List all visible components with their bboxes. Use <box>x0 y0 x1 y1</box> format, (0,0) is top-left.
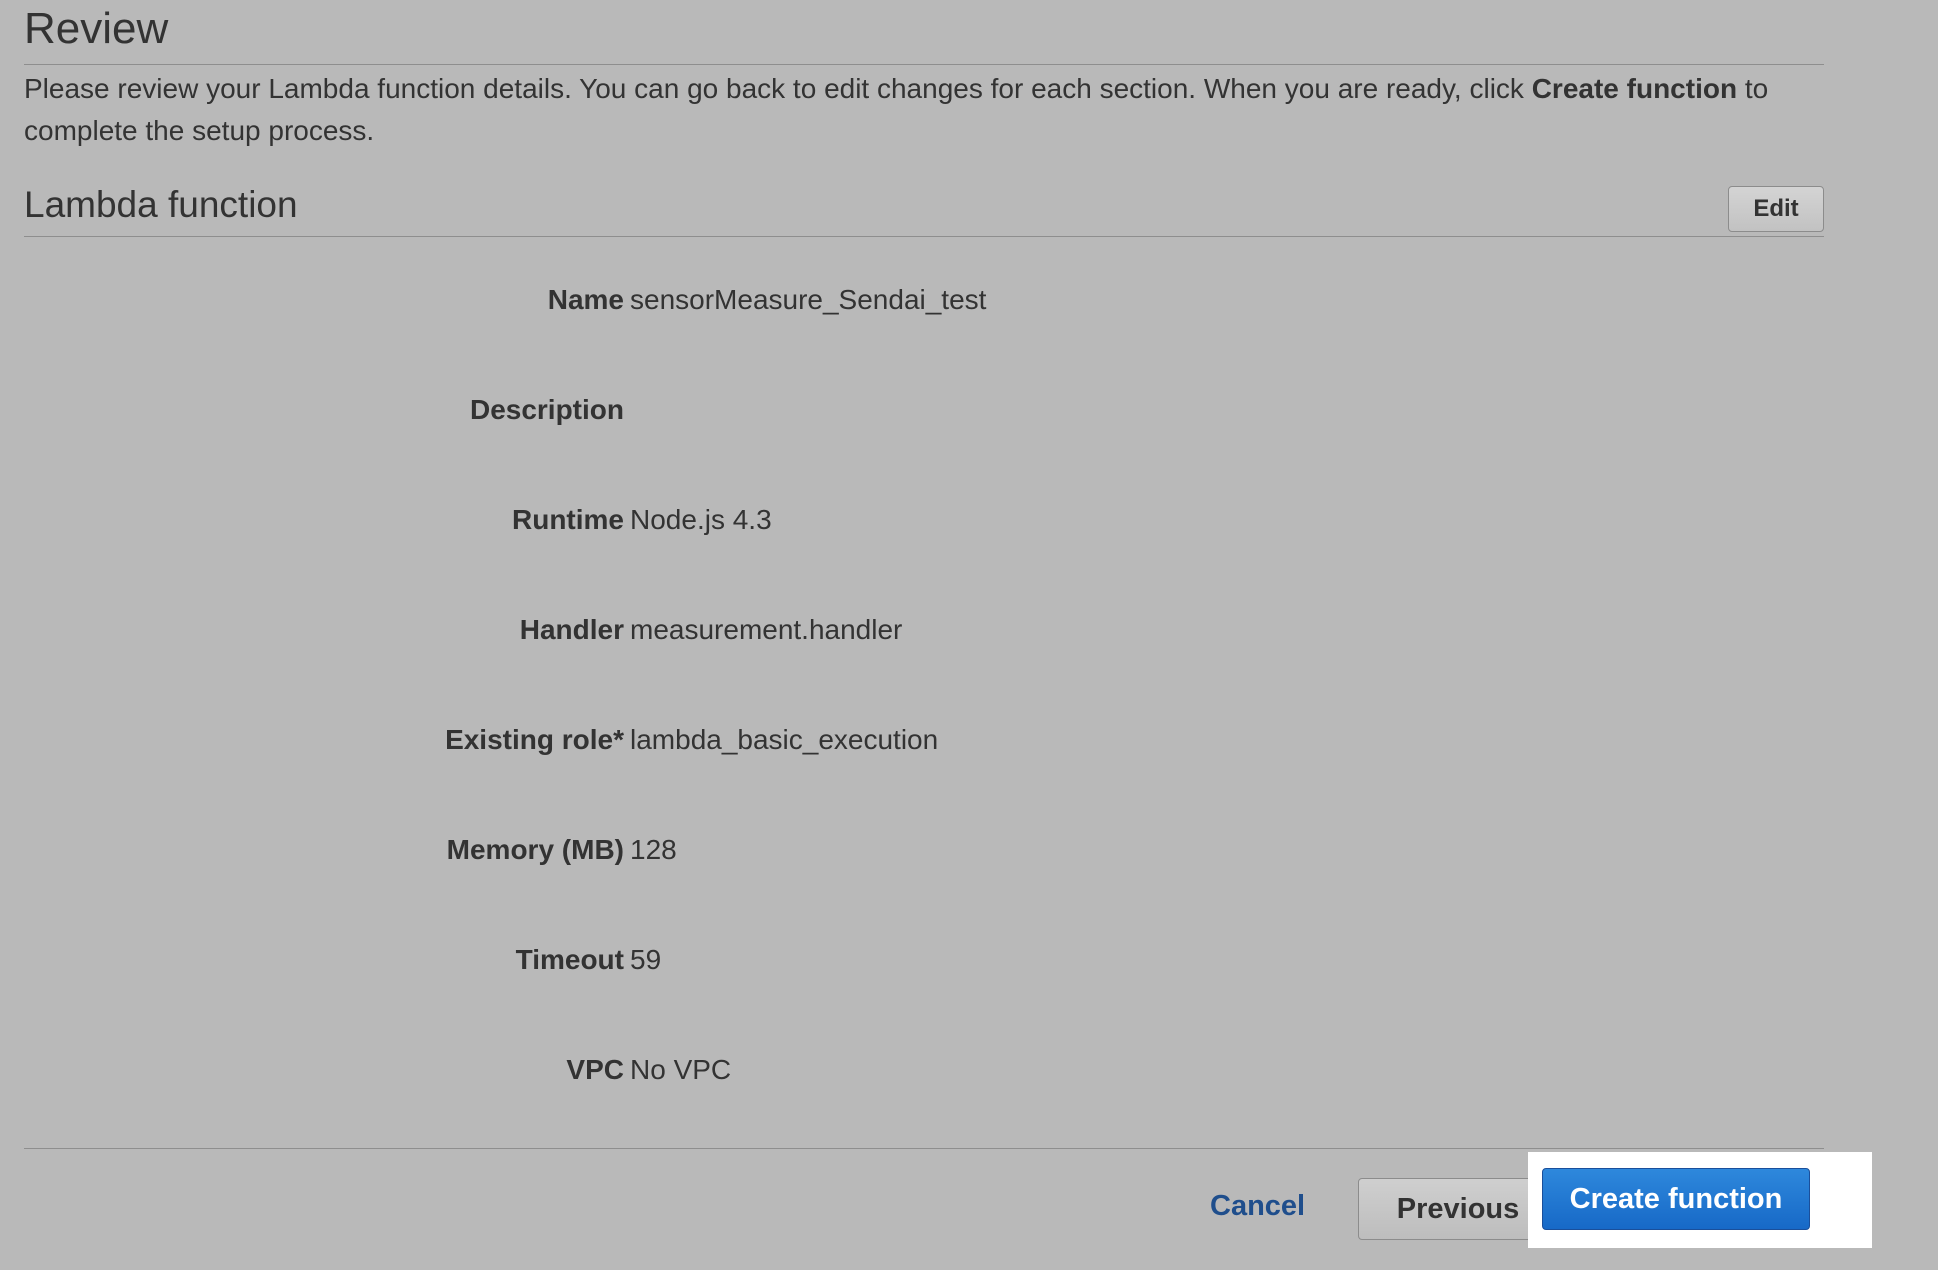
detail-label: Name <box>547 284 624 315</box>
function-details: Name sensorMeasure_Sendai_test Descripti… <box>24 270 1824 1150</box>
detail-label: Memory (MB) <box>446 834 624 865</box>
intro-text-start: Please review your Lambda function detai… <box>24 73 1532 104</box>
footer-divider <box>24 1148 1824 1149</box>
detail-value: sensorMeasure_Sendai_test <box>630 284 987 315</box>
detail-row-memory: Memory (MB) 128 <box>24 820 1824 930</box>
page-title: Review <box>24 4 169 53</box>
detail-row-description: Description <box>24 380 1824 490</box>
cancel-link[interactable]: Cancel <box>1210 1190 1305 1223</box>
section-title-lambda-function: Lambda function <box>24 184 298 225</box>
detail-value: 59 <box>630 944 662 975</box>
detail-label: Description <box>469 394 624 425</box>
detail-row-timeout: Timeout 59 <box>24 930 1824 1040</box>
intro-text: Please review your Lambda function detai… <box>24 68 1824 152</box>
detail-label: Timeout <box>515 944 624 975</box>
section-divider <box>24 236 1824 237</box>
title-divider <box>24 64 1824 65</box>
detail-row-name: Name sensorMeasure_Sendai_test <box>24 270 1824 380</box>
create-function-button[interactable]: Create function <box>1542 1168 1810 1230</box>
detail-value: No VPC <box>630 1054 732 1085</box>
intro-text-emphasis: Create function <box>1531 73 1738 104</box>
detail-label: Runtime <box>512 504 624 535</box>
detail-value: measurement.handler <box>630 614 903 645</box>
review-page: Review Please review your Lambda functio… <box>24 0 1872 1270</box>
detail-value: lambda_basic_execution <box>630 724 939 755</box>
detail-value: 128 <box>630 834 677 865</box>
detail-row-handler: Handler measurement.handler <box>24 600 1824 710</box>
detail-label: VPC <box>566 1054 624 1085</box>
edit-button[interactable]: Edit <box>1728 186 1824 232</box>
detail-row-runtime: Runtime Node.js 4.3 <box>24 490 1824 600</box>
detail-label: Existing role* <box>445 724 624 755</box>
detail-label: Handler <box>519 614 624 645</box>
detail-value: Node.js 4.3 <box>630 504 772 535</box>
detail-row-vpc: VPC No VPC <box>24 1040 1824 1150</box>
detail-row-existing-role: Existing role* lambda_basic_execution <box>24 710 1824 820</box>
